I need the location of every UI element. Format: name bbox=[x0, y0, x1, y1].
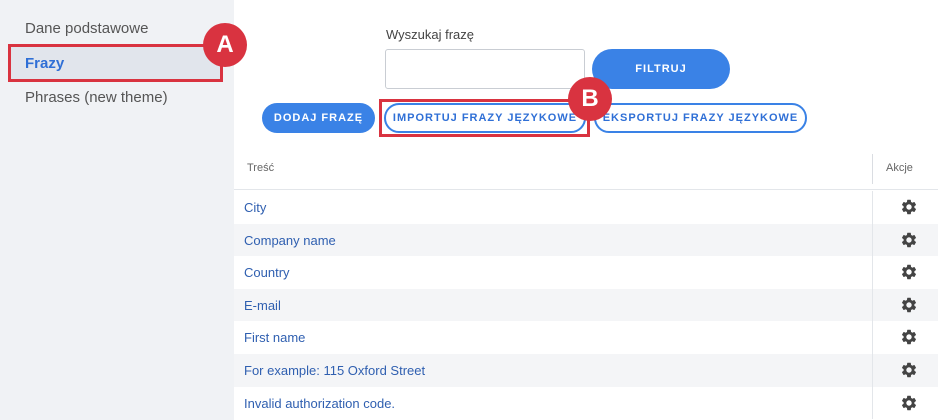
table-row: Country bbox=[234, 256, 938, 289]
table-row: Invalid authorization code. bbox=[234, 386, 938, 420]
column-header-actions: Akcje bbox=[886, 162, 913, 174]
sidebar-item-dane-podstawowe[interactable]: Dane podstawowe bbox=[10, 12, 222, 46]
gear-icon[interactable] bbox=[900, 394, 918, 412]
cell-divider bbox=[872, 256, 873, 289]
cell-divider bbox=[872, 223, 873, 257]
table-header-border bbox=[234, 189, 938, 190]
phrase-link[interactable]: First name bbox=[244, 330, 305, 345]
cell-divider bbox=[872, 353, 873, 387]
table-row: First name bbox=[234, 321, 938, 354]
phrase-link[interactable]: Country bbox=[244, 265, 290, 280]
filter-button[interactable]: FILTRUJ bbox=[592, 49, 730, 89]
phrase-link[interactable]: E-mail bbox=[244, 298, 281, 313]
gear-icon[interactable] bbox=[900, 198, 918, 216]
marker-b: B bbox=[568, 77, 612, 121]
highlight-frame-b bbox=[379, 99, 590, 137]
table-row: E-mail bbox=[234, 288, 938, 322]
add-phrase-button[interactable]: DODAJ FRAZĘ bbox=[262, 103, 375, 133]
table-row: For example: 115 Oxford Street bbox=[234, 353, 938, 387]
gear-icon[interactable] bbox=[900, 263, 918, 281]
search-label: Wyszukaj frazę bbox=[386, 27, 475, 42]
search-input[interactable] bbox=[385, 49, 585, 89]
cell-divider bbox=[872, 321, 873, 354]
sidebar-item-phrases-new-theme[interactable]: Phrases (new theme) bbox=[10, 81, 222, 115]
column-divider bbox=[872, 154, 873, 184]
cell-divider bbox=[872, 386, 873, 420]
phrase-table-body: City Company name Country E-mail First n… bbox=[234, 191, 938, 420]
table-row: Company name bbox=[234, 223, 938, 257]
column-header-content: Treść bbox=[247, 162, 275, 174]
gear-icon[interactable] bbox=[900, 361, 918, 379]
export-phrases-button[interactable]: EKSPORTUJ FRAZY JĘZYKOWE bbox=[594, 103, 807, 133]
gear-icon[interactable] bbox=[900, 328, 918, 346]
cell-divider bbox=[872, 191, 873, 224]
phrase-link[interactable]: For example: 115 Oxford Street bbox=[244, 363, 425, 378]
phrase-link[interactable]: Company name bbox=[244, 233, 336, 248]
phrase-link[interactable]: Invalid authorization code. bbox=[244, 396, 395, 411]
highlight-frame-a bbox=[8, 44, 223, 82]
gear-icon[interactable] bbox=[900, 296, 918, 314]
table-row: City bbox=[234, 191, 938, 224]
cell-divider bbox=[872, 288, 873, 322]
gear-icon[interactable] bbox=[900, 231, 918, 249]
marker-a: A bbox=[203, 23, 247, 67]
phrase-link[interactable]: City bbox=[244, 200, 266, 215]
